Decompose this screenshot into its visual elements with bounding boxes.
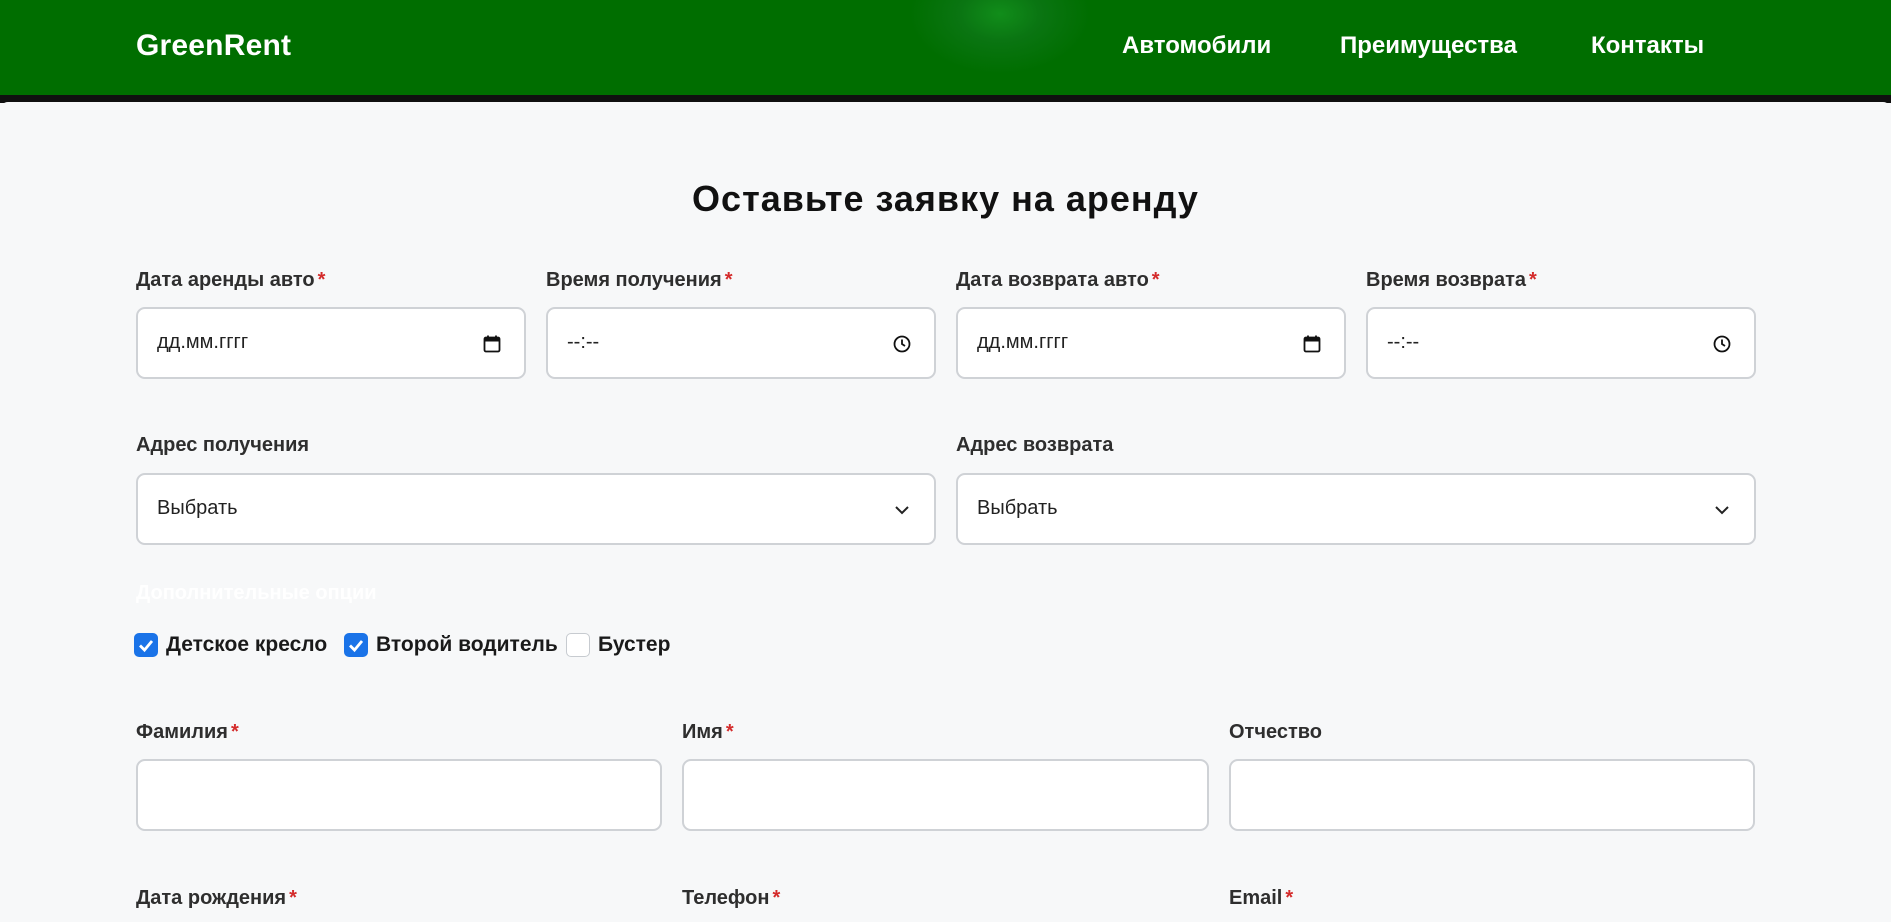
return-time-label: Время возврата * xyxy=(1366,269,1537,291)
pickup-time-label: Время получения * xyxy=(546,269,733,291)
return-address-select[interactable]: Выбрать xyxy=(956,473,1756,545)
checkmark-icon xyxy=(139,640,154,653)
return-date-input[interactable]: дд.мм.гггг xyxy=(956,307,1346,379)
last-name-label: Фамилия * xyxy=(136,721,239,743)
child-seat-checkbox[interactable] xyxy=(134,633,158,657)
clock-icon[interactable] xyxy=(1712,334,1732,354)
options-heading: Дополнительные опции xyxy=(136,582,377,604)
email-label: Email * xyxy=(1229,887,1294,909)
pickup-address-label: Адрес получения xyxy=(136,434,310,456)
page-title: Оставьте заявку на аренду xyxy=(692,178,1199,219)
nav-link-cars[interactable]: Автомобили xyxy=(1122,32,1271,60)
second-driver-label[interactable]: Второй водитель xyxy=(376,633,558,657)
checkmark-icon xyxy=(349,640,364,653)
phone-label: Телефон * xyxy=(682,887,781,909)
booster-checkbox[interactable] xyxy=(566,633,590,657)
return-date-label: Дата возврата авто * xyxy=(956,269,1160,291)
first-name-label: Имя * xyxy=(682,721,734,743)
chevron-down-icon xyxy=(1715,506,1729,515)
nav-link-advantages[interactable]: Преимущества xyxy=(1340,32,1517,60)
return-time-input[interactable]: --:-- xyxy=(1366,307,1756,379)
return-address-label: Адрес возврата xyxy=(956,434,1114,456)
booster-label[interactable]: Бустер xyxy=(598,633,670,657)
chevron-down-icon xyxy=(895,506,909,515)
middle-name-label: Отчество xyxy=(1229,721,1322,743)
rent-date-input[interactable]: дд.мм.гггг xyxy=(136,307,526,379)
pickup-time-input[interactable]: --:-- xyxy=(546,307,936,379)
nav-link-contacts[interactable]: Контакты xyxy=(1591,32,1704,60)
last-name-input[interactable] xyxy=(136,759,662,831)
clock-icon[interactable] xyxy=(892,334,912,354)
child-seat-label[interactable]: Детское кресло xyxy=(166,633,327,657)
main-nav: Автомобили Преимущества Контакты xyxy=(0,32,1891,62)
rent-date-label: Дата аренды авто * xyxy=(136,269,326,291)
calendar-icon[interactable] xyxy=(1302,334,1322,354)
first-name-input[interactable] xyxy=(682,759,1209,831)
pickup-address-select[interactable]: Выбрать xyxy=(136,473,936,545)
second-driver-checkbox[interactable] xyxy=(344,633,368,657)
birth-date-label: Дата рождения * xyxy=(136,887,297,909)
calendar-icon[interactable] xyxy=(482,334,502,354)
middle-name-input[interactable] xyxy=(1229,759,1755,831)
